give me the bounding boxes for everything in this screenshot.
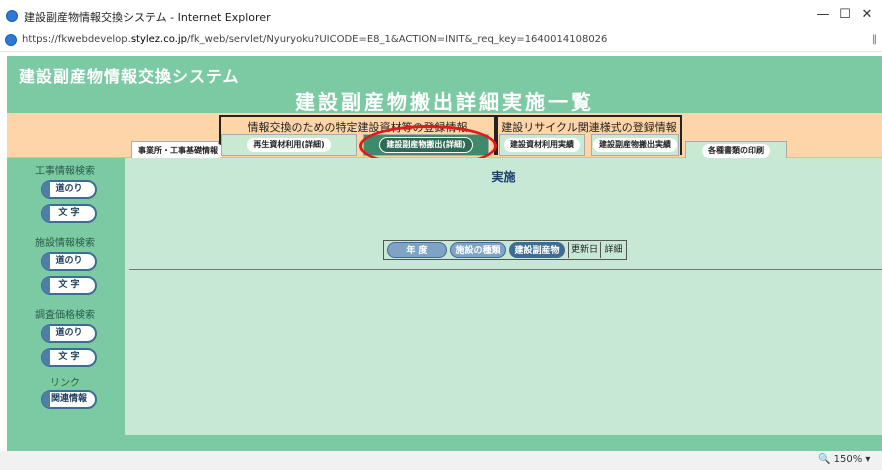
tab-shorui-insatsu-label: 各種書類の印刷 [702,144,770,158]
close-button[interactable]: ✕ [852,5,882,25]
zoom-control[interactable]: 🔍 150% ▾ [818,454,870,465]
system-title: 建設副産物情報交換システム [19,67,240,86]
sidebar-koji-search-label: 工事情報検索 [35,166,95,177]
tab-fukusanbutsu-hanshutsu-jisseki[interactable]: 建設副産物搬出実績 [591,134,679,156]
list-header-row: 年 度 施設の種類 建設副産物 更新日 詳細 [383,240,627,260]
shisetsu-michinori-button[interactable]: 道のり [41,252,97,271]
status-bar: 🔍 150% ▾ [0,451,882,470]
col-fukusanbutsu-sort[interactable]: 建設副産物 [509,242,565,258]
site-icon [5,34,17,46]
ie-logo-icon [6,10,18,22]
col-nendo-sort[interactable]: 年 度 [387,242,447,258]
sidebar: 工事情報検索 道のり 文 字 施設情報検索 道のり 文 字 調査価格検索 道のり… [7,158,125,451]
tab-jigyosho-koji-kiso-label: 事業所・工事基礎情報 [132,144,224,158]
browser-window: 建設副産物情報交換システム - Internet Explorer — ☐ ✕ … [0,0,882,470]
address-bar-end-icon: ‖ [872,34,877,45]
kanren-joho-button[interactable]: 関連情報 [41,390,97,409]
chosa-michinori-button[interactable]: 道のり [41,324,97,343]
koji-moji-button[interactable]: 文 字 [41,204,97,223]
chosa-moji-button[interactable]: 文 字 [41,348,97,367]
sidebar-link-label: リンク [50,378,80,389]
address-url[interactable]: https://fkwebdevelop.stylez.co.jp/fk_web… [22,34,607,45]
url-scheme: https://fkwebdevelop. [22,34,131,45]
url-path: /fk_web/servlet/Nyuryoku?UICODE=E8_1&ACT… [186,34,608,45]
url-host: stylez.co.jp [130,34,187,45]
sidebar-chosa-search-label: 調査価格検索 [35,310,95,321]
tab-saisei-shizai-riyo[interactable]: 再生資材利用(詳細) [221,134,357,156]
col-shosai: 詳細 [600,242,626,258]
title-bar: 建設副産物情報交換システム - Internet Explorer — ☐ ✕ [0,0,882,30]
main-content: 実施 年 度 施設の種類 建設副産物 更新日 詳細 [125,158,882,435]
content-heading: 実施 [491,170,516,184]
tab-shizai-riyo-jisseki-label: 建設資材利用実績 [504,138,580,152]
menu-group-recycle-title: 建設リサイクル関連様式の登録情報 [501,121,677,134]
sidebar-shisetsu-search-label: 施設情報検索 [35,238,95,249]
app-frame: 建設副産物情報交換システム 建設副産物搬出詳細実施一覧 情報交換のための特定建設… [7,56,882,451]
tab-shizai-riyo-jisseki[interactable]: 建設資材利用実績 [499,134,585,156]
koji-michinori-button[interactable]: 道のり [41,180,97,199]
tab-saisei-shizai-riyo-label: 再生資材利用(詳細) [247,138,331,152]
shisetsu-moji-button[interactable]: 文 字 [41,276,97,295]
col-koshinbi: 更新日 [568,242,600,258]
tab-fukusanbutsu-hanshutsu-jisseki-label: 建設副産物搬出実績 [593,138,677,152]
page-title: 建設副産物搬出詳細実施一覧 [295,90,594,114]
address-bar[interactable]: https://fkwebdevelop.stylez.co.jp/fk_web… [0,30,882,52]
col-shisetsu-shubetsu-sort[interactable]: 施設の種類 [450,242,506,258]
content-divider [129,269,882,270]
zoom-level: 150% [833,454,863,465]
window-title: 建設副産物情報交換システム - Internet Explorer [24,11,271,24]
